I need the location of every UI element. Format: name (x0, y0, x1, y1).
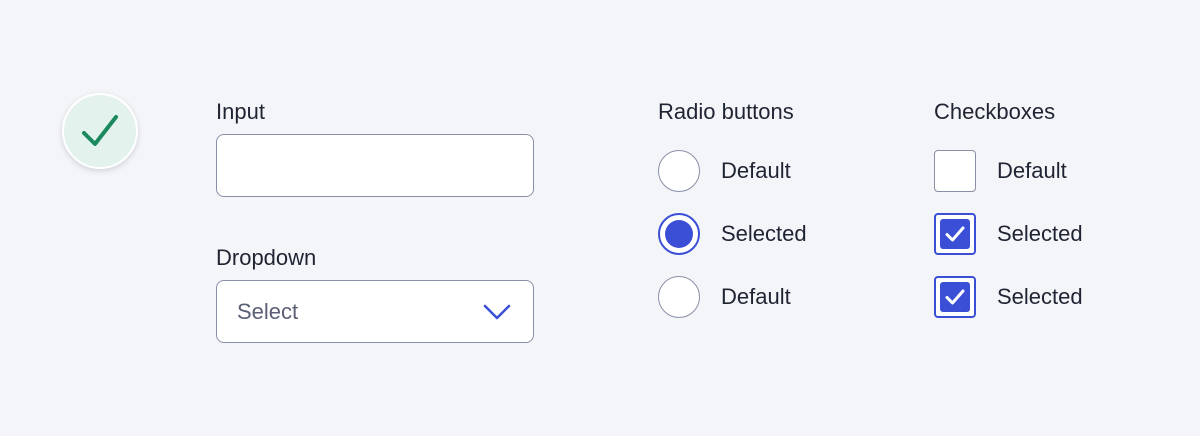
input-label: Input (216, 99, 265, 124)
checkmark-icon (82, 115, 118, 146)
chevron-down-icon (483, 303, 511, 321)
radio-option-default-2[interactable]: Default (658, 275, 791, 319)
success-badge (62, 93, 138, 169)
radio-option-selected[interactable]: Selected (658, 212, 807, 256)
checkbox-option-selected-2[interactable]: Selected (934, 275, 1083, 319)
checkbox-option-label: Selected (997, 284, 1083, 309)
checkbox-group-heading: Checkboxes (934, 99, 1056, 124)
radio-selected-dot (665, 220, 693, 248)
radio-option-label: Default (721, 158, 791, 183)
checkbox-option-default[interactable]: Default (934, 149, 1067, 193)
checkbox-fill (940, 219, 970, 249)
checkbox-checked[interactable] (934, 276, 976, 318)
dropdown-label: Dropdown (216, 245, 317, 270)
checkbox-option-label: Default (997, 158, 1067, 183)
checkbox-checked[interactable] (934, 213, 976, 255)
dropdown-select[interactable]: Select (216, 280, 534, 343)
checkbox-option-label: Selected (997, 221, 1083, 246)
radio-option-label: Selected (721, 221, 807, 246)
radio-option-default-1[interactable]: Default (658, 149, 791, 193)
checkbox-option-selected-1[interactable]: Selected (934, 212, 1083, 256)
text-input[interactable] (216, 134, 534, 197)
check-icon (945, 226, 965, 242)
checkbox[interactable] (934, 150, 976, 192)
radio-button-selected[interactable] (658, 213, 700, 255)
radio-option-label: Default (721, 284, 791, 309)
checkbox-fill (940, 282, 970, 312)
radio-button[interactable] (658, 276, 700, 318)
check-icon (945, 289, 965, 305)
dropdown-selected-value: Select (237, 298, 299, 324)
radio-button[interactable] (658, 150, 700, 192)
form-controls-panel: Input Dropdown Select Radio buttons Defa… (0, 0, 1200, 436)
radio-group-heading: Radio buttons (658, 99, 794, 124)
